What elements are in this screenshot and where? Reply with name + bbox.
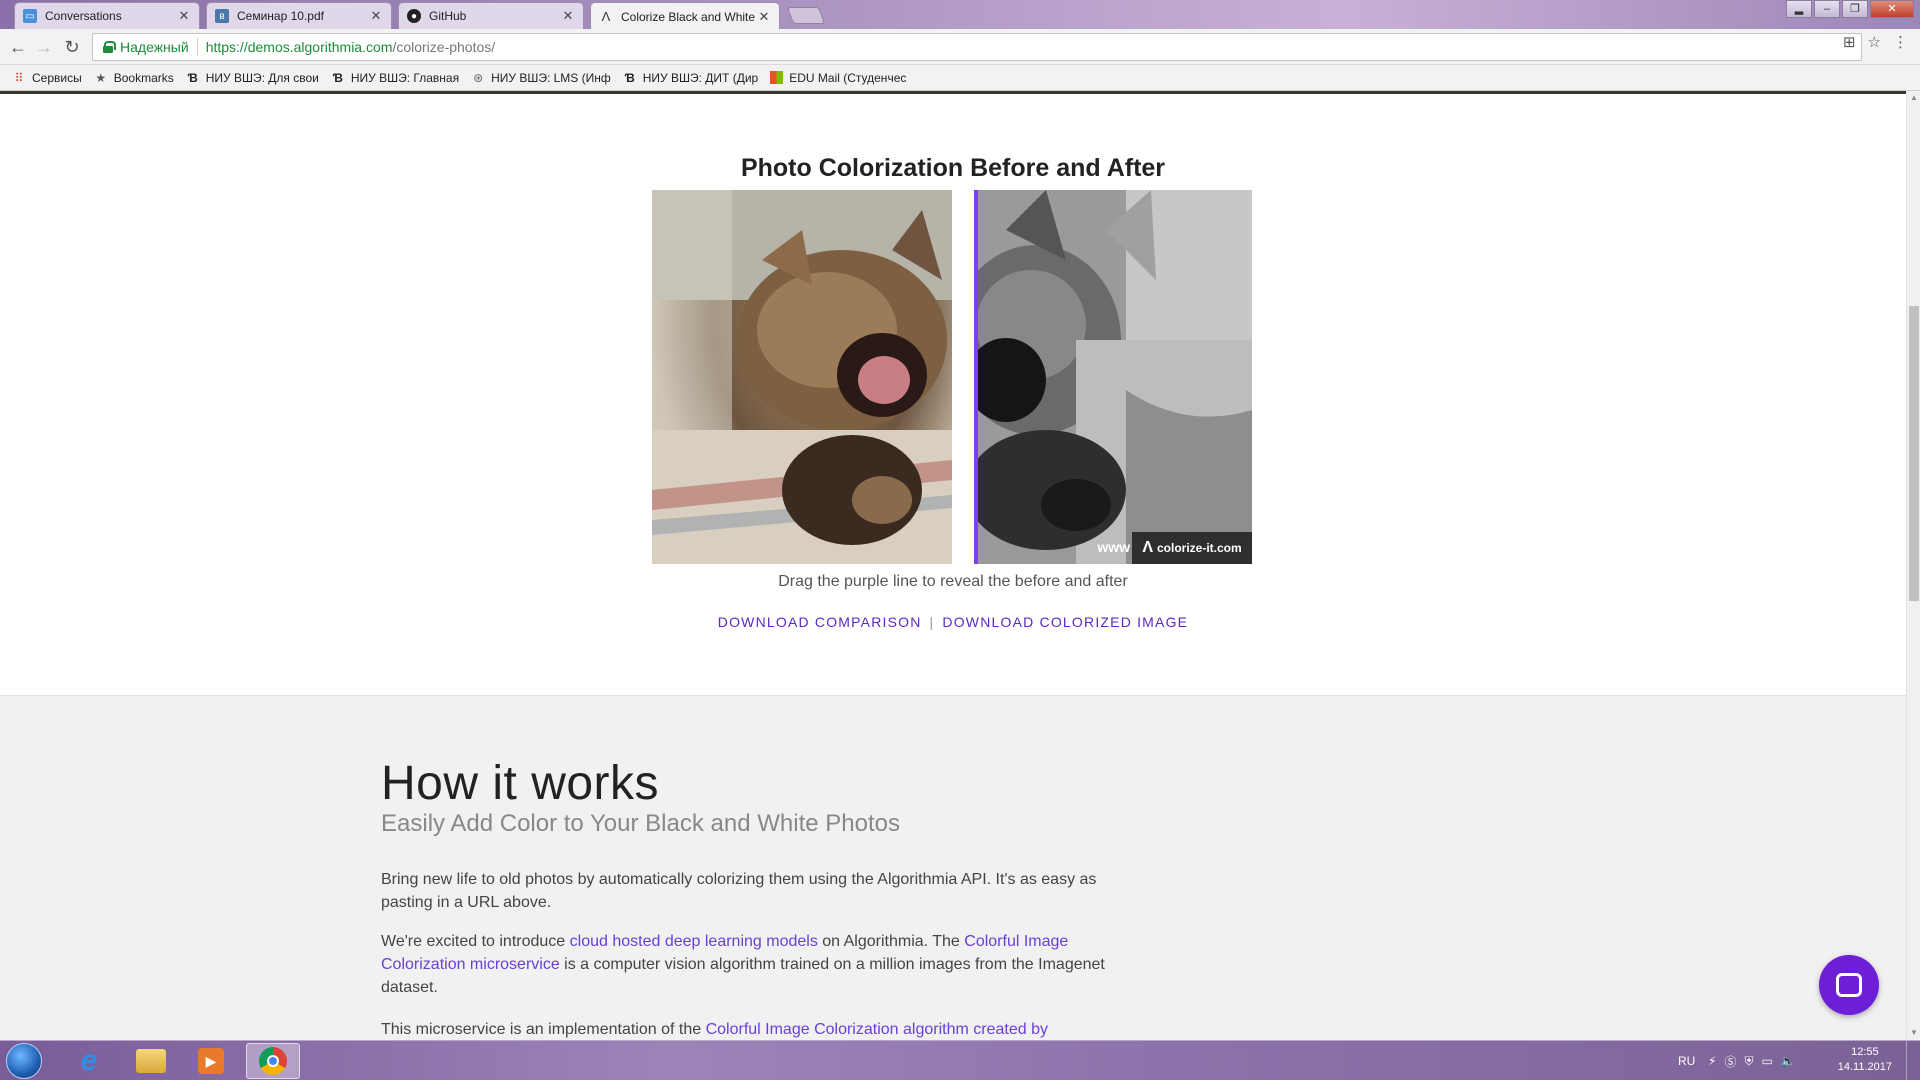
back-arrow-icon[interactable]: ← (8, 37, 28, 57)
system-clock[interactable]: 12:55 14.11.2017 (1838, 1045, 1892, 1075)
secure-label[interactable]: Надежный (120, 39, 189, 55)
original-bw-image (976, 190, 1252, 564)
system-tray: ⚡ Ⓢ ⛨ ▭ 🔈 (1708, 1041, 1796, 1080)
close-tab-icon[interactable]: ✕ (369, 8, 383, 24)
tab-strip: ▭ Conversations ✕ в Семинар 10.pdf ✕ ● G… (0, 0, 1920, 30)
skype-icon[interactable]: Ⓢ (1724, 1053, 1736, 1070)
lock-icon (103, 41, 116, 53)
comparison-title: Photo Colorization Before and After (740, 154, 1166, 182)
comparison-divider-handle[interactable] (974, 190, 978, 564)
lms-icon: ⊛ (473, 70, 484, 85)
chat-launcher-button[interactable] (1819, 955, 1879, 1015)
close-tab-icon[interactable]: ✕ (561, 8, 575, 24)
apps-grid-icon: ⠿ (14, 70, 24, 85)
maximize-button[interactable]: ❐ (1842, 0, 1868, 18)
tab-seminar-pdf[interactable]: в Семинар 10.pdf ✕ (206, 2, 392, 29)
menu-kebab-icon[interactable]: ⋮ (1893, 33, 1908, 51)
bookmarks-bar: ⠿ Сервисы ★ Bookmarks Ɓ НИУ ВШЭ: Для сво… (0, 65, 1920, 91)
start-button[interactable] (6, 1043, 42, 1079)
bookmark-star-icon[interactable]: ☆ (1868, 33, 1881, 51)
scroll-up-arrow-icon[interactable]: ▲ (1907, 91, 1920, 105)
close-window-button[interactable]: ✕ (1870, 0, 1914, 18)
tab-conversations[interactable]: ▭ Conversations ✕ (14, 2, 200, 29)
conversations-icon: ▭ (23, 9, 37, 23)
how-it-works-section: How it works Easily Add Color to Your Bl… (0, 695, 1906, 1040)
language-indicator[interactable]: RU (1678, 1041, 1695, 1080)
omnibox-actions: ⊞ ☆ ⋮ (1843, 33, 1908, 51)
intro-paragraph: Bring new life to old photos by automati… (381, 871, 1097, 911)
download-comparison-link[interactable]: DOWNLOAD COMPARISON (718, 614, 922, 630)
watermark-www: www (1097, 539, 1130, 555)
scrollbar-thumb[interactable] (1909, 306, 1919, 601)
url-host: https://demos.algorithmia.com (205, 39, 393, 55)
deep-learning-models-link[interactable]: cloud hosted deep learning models (570, 933, 818, 950)
download-links: DOWNLOAD COMPARISON | DOWNLOAD COLORIZED… (0, 614, 1906, 630)
windows-taskbar: e ▶ RU ⚡ Ⓢ ⛨ ▭ 🔈 12:55 14.11.2017 (0, 1040, 1920, 1080)
close-tab-icon[interactable]: ✕ (177, 8, 191, 24)
colorized-image (652, 190, 952, 564)
hse-icon: Ɓ (187, 70, 198, 85)
user-icon[interactable]: ▂ (1786, 0, 1812, 18)
how-it-works-title: How it works (381, 757, 660, 810)
before-after-slider[interactable]: www Λ colorize-it.com (652, 190, 1252, 564)
microservice-paragraph: We're excited to introduce cloud hosted … (381, 933, 1105, 996)
bookmark-apps[interactable]: ⠿ Сервисы (12, 71, 82, 85)
network-icon[interactable]: ⚡ (1708, 1054, 1716, 1068)
monitor-icon[interactable]: ▭ (1761, 1054, 1772, 1068)
clock-date: 14.11.2017 (1837, 1061, 1892, 1073)
implementation-paragraph: This microservice is an implementation o… (381, 1021, 1048, 1038)
scroll-down-arrow-icon[interactable]: ▼ (1907, 1026, 1920, 1040)
algorithmia-logo-icon: Λ (1142, 539, 1153, 556)
volume-icon[interactable]: 🔈 (1781, 1054, 1796, 1068)
minimize-button[interactable]: – (1814, 0, 1840, 18)
chat-bubble-icon (1836, 973, 1862, 997)
vk-icon: в (215, 9, 229, 23)
watermark-site: colorize-it.com (1156, 541, 1242, 555)
slider-caption: Drag the purple line to reveal the befor… (778, 573, 1128, 590)
hse-icon: Ɓ (332, 70, 343, 85)
url-path: /colorize-photos/ (392, 39, 496, 55)
colorization-algorithm-link[interactable]: Colorful Image Colorization algorithm cr… (706, 1021, 1048, 1038)
tab-github[interactable]: ● GitHub ✕ (398, 2, 584, 29)
window-controls: ▂ – ❐ ✕ (1784, 0, 1914, 18)
address-bar[interactable]: Надежный https://demos.algorithmia.com /… (92, 33, 1862, 61)
hse-icon: Ɓ (624, 70, 635, 85)
star-icon: ★ (95, 70, 107, 85)
page-scrollbar[interactable]: ▲ ▼ (1906, 91, 1920, 1040)
omnibox-separator (196, 38, 198, 56)
page-viewport: Photo Colorization Before and After www … (0, 91, 1906, 1040)
download-separator: | (929, 614, 935, 630)
comparison-section: Photo Colorization Before and After www … (0, 94, 1906, 695)
close-tab-icon[interactable]: ✕ (757, 9, 771, 25)
bookmark-hse-dit[interactable]: Ɓ НИУ ВШЭ: ДИТ (Дир (623, 70, 759, 85)
browser-toolbar: ← → ↻ Надежный https://demos.algorithmia… (0, 29, 1920, 65)
clock-time: 12:55 (1851, 1046, 1879, 1058)
chrome-icon[interactable] (246, 1043, 300, 1079)
bookmark-hse-lms[interactable]: ⊛ НИУ ВШЭ: LMS (Инф (471, 71, 611, 85)
watermark-badge: Λ colorize-it.com (1132, 532, 1252, 564)
media-player-icon[interactable]: ▶ (184, 1043, 238, 1079)
how-it-works-subtitle: Easily Add Color to Your Black and White… (381, 810, 900, 837)
download-colorized-link[interactable]: DOWNLOAD COLORIZED IMAGE (942, 614, 1188, 630)
file-explorer-icon[interactable] (124, 1043, 178, 1079)
bookmark-hse-2[interactable]: Ɓ НИУ ВШЭ: Главная (331, 71, 459, 85)
new-tab-button[interactable] (786, 7, 826, 24)
show-desktop-button[interactable] (1906, 1041, 1920, 1080)
reload-icon[interactable]: ↻ (62, 37, 82, 57)
internet-explorer-icon[interactable]: e (62, 1043, 116, 1079)
defender-icon[interactable]: ⛨ (1744, 1054, 1753, 1069)
forward-arrow-icon[interactable]: → (34, 37, 54, 57)
translate-icon[interactable]: ⊞ (1843, 33, 1856, 51)
algorithmia-icon: Λ (601, 9, 611, 24)
bookmark-hse-1[interactable]: Ɓ НИУ ВШЭ: Для свои (186, 71, 319, 85)
bookmark-edu-mail[interactable]: EDU Mail (Студенчес (770, 71, 906, 85)
github-icon: ● (407, 9, 421, 23)
tab-colorize[interactable]: Λ Colorize Black and White ✕ (590, 2, 780, 30)
windows-logo-icon (770, 71, 784, 84)
bookmark-bookmarks[interactable]: ★ Bookmarks (94, 70, 173, 85)
